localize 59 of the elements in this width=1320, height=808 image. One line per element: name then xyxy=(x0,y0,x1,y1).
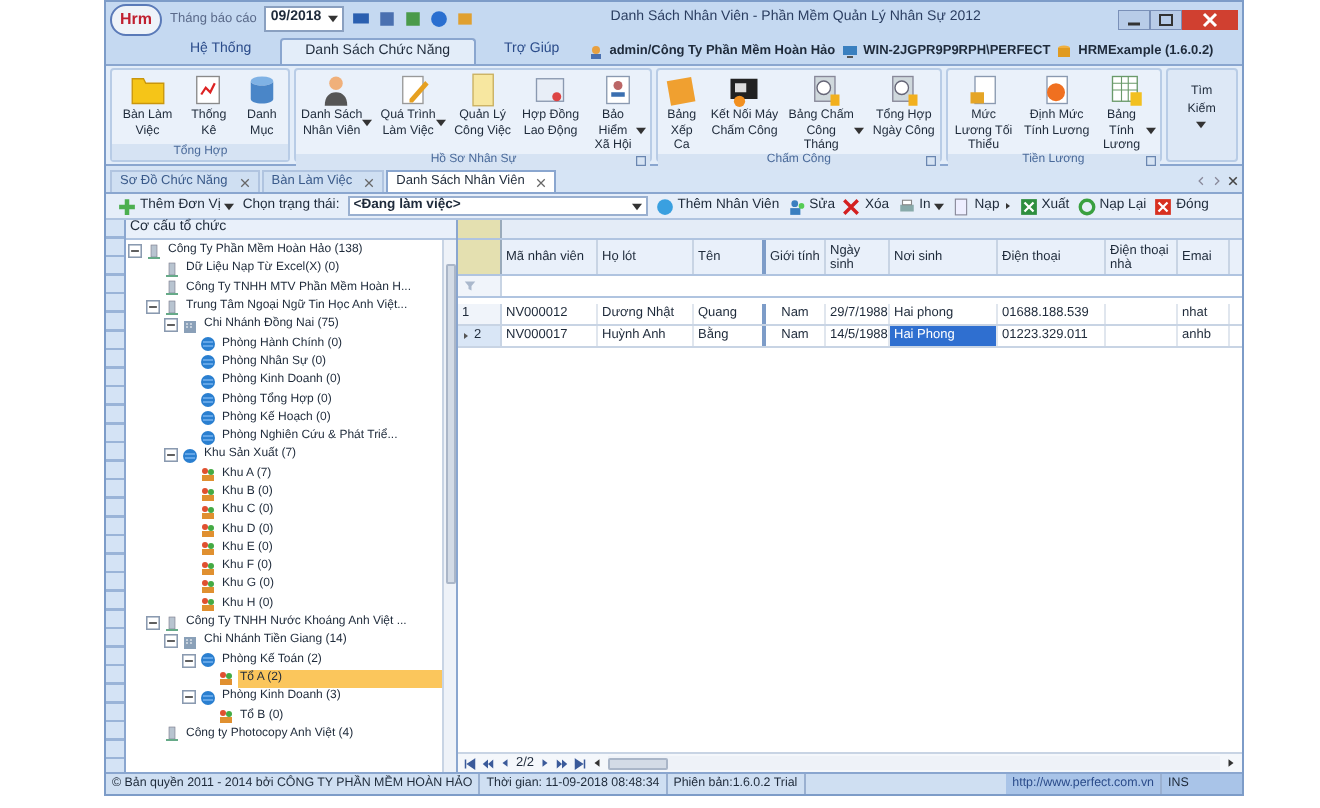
spreadsheet-icon xyxy=(1108,72,1145,108)
collapse-icon[interactable] xyxy=(182,690,196,705)
printer-icon xyxy=(897,197,916,215)
caret-icon xyxy=(327,14,338,24)
launcher-icon[interactable] xyxy=(925,156,936,166)
close-icon xyxy=(1228,176,1238,186)
chevron-right-icon xyxy=(1212,176,1222,186)
app-logo[interactable]: Hrm xyxy=(110,3,162,35)
filter-icon xyxy=(464,280,476,292)
scroll-right-icon xyxy=(1226,758,1236,768)
refresh-icon xyxy=(1077,197,1096,215)
collapse-icon[interactable] xyxy=(164,318,178,333)
collapse-icon[interactable] xyxy=(128,244,142,259)
close-icon xyxy=(1154,197,1173,215)
database-icon xyxy=(1056,43,1073,59)
scrollbar[interactable] xyxy=(442,240,456,772)
clock-icon xyxy=(808,72,845,108)
people-icon xyxy=(787,197,806,215)
server-icon xyxy=(164,726,180,743)
previous-icon xyxy=(500,758,510,768)
close-icon xyxy=(1182,9,1238,29)
corner-cell xyxy=(458,220,502,238)
first-page-icon xyxy=(464,757,476,769)
collapse-icon[interactable] xyxy=(164,448,178,463)
horizontal-scrollbar[interactable] xyxy=(608,756,1220,770)
maximize-icon xyxy=(1150,9,1182,29)
building-icon xyxy=(182,317,198,334)
close-icon xyxy=(536,177,547,187)
launcher-icon[interactable] xyxy=(1145,156,1156,166)
close-icon xyxy=(364,177,375,187)
collapse-icon[interactable] xyxy=(164,634,178,649)
chevron-left-icon xyxy=(1196,176,1206,186)
next-icon xyxy=(540,758,551,768)
globe-icon xyxy=(655,197,674,215)
people-icon xyxy=(218,708,234,725)
spreadsheet-icon xyxy=(1019,197,1038,215)
computer-icon xyxy=(841,43,858,59)
launcher-icon[interactable] xyxy=(636,156,647,166)
caret-icon xyxy=(631,201,642,211)
header-corner xyxy=(458,240,502,274)
last-page-icon xyxy=(574,757,587,769)
people-icon xyxy=(218,670,234,687)
close-icon xyxy=(239,177,250,187)
minimize-icon xyxy=(1118,9,1150,29)
scroll-left-icon xyxy=(592,758,603,768)
document-icon xyxy=(965,72,1002,108)
folder-icon xyxy=(129,72,166,108)
building-icon xyxy=(182,633,198,650)
collapse-icon[interactable] xyxy=(182,653,196,668)
current-row-icon xyxy=(462,332,470,340)
collapse-icon[interactable] xyxy=(146,300,160,315)
collapse-icon[interactable] xyxy=(146,616,160,631)
globe-icon xyxy=(200,652,216,669)
note-icon xyxy=(663,72,700,108)
globe-icon xyxy=(200,689,216,706)
server-icon xyxy=(164,615,180,632)
delete-icon xyxy=(842,197,861,215)
plus-icon xyxy=(118,197,136,215)
user-icon xyxy=(587,43,604,59)
